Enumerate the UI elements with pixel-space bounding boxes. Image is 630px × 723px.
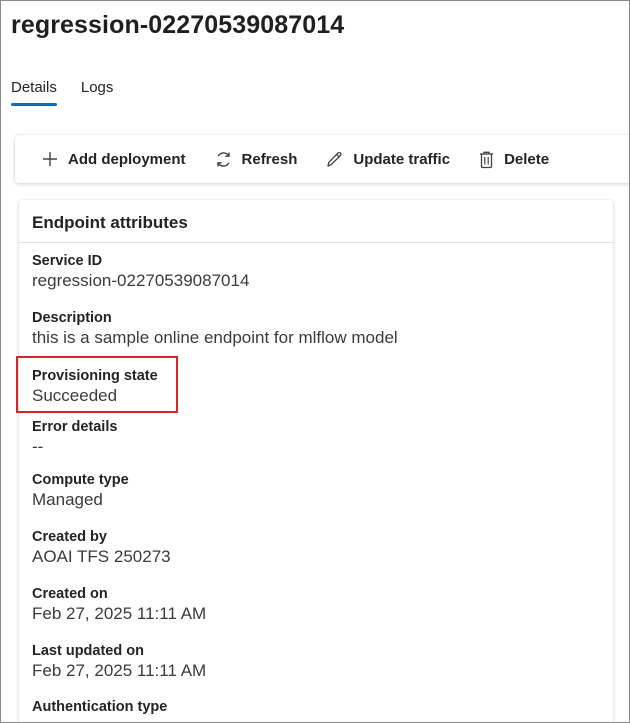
attribute-value: this is a sample online endpoint for mlf… xyxy=(32,328,398,347)
pencil-icon xyxy=(325,150,344,169)
tab-logs[interactable]: Logs xyxy=(81,79,114,104)
highlight-box xyxy=(16,356,178,413)
update-traffic-button[interactable]: Update traffic xyxy=(325,150,450,169)
attribute-service-id: Service ID regression-02270539087014 xyxy=(32,252,249,292)
attribute-description: Description this is a sample online endp… xyxy=(32,309,398,349)
attribute-compute-type: Compute type Managed xyxy=(32,471,129,511)
attribute-label: Service ID xyxy=(32,253,103,269)
card-title: Endpoint attributes xyxy=(19,200,613,243)
attribute-error-details: Error details -- xyxy=(32,418,117,458)
attribute-value: AOAI TFS 250273 xyxy=(32,547,171,566)
attribute-label: Created by xyxy=(32,529,107,545)
attribute-value: Feb 27, 2025 11:11 AM xyxy=(32,661,207,680)
add-deployment-button[interactable]: Add deployment xyxy=(41,150,186,168)
attribute-value: -- xyxy=(32,437,44,456)
tab-bar: Details Logs xyxy=(11,79,114,106)
attribute-label: Error details xyxy=(32,419,118,435)
tab-details[interactable]: Details xyxy=(11,79,57,106)
attribute-value: Managed xyxy=(32,490,103,509)
attribute-label: Last updated on xyxy=(32,643,144,659)
plus-icon xyxy=(41,150,59,168)
trash-icon xyxy=(478,150,495,169)
refresh-label: Refresh xyxy=(241,150,298,168)
add-deployment-label: Add deployment xyxy=(68,150,186,168)
delete-button[interactable]: Delete xyxy=(478,150,549,169)
update-traffic-label: Update traffic xyxy=(353,150,451,168)
attribute-label: Created on xyxy=(32,586,108,602)
attribute-last-updated-on: Last updated on Feb 27, 2025 11:11 AM xyxy=(32,642,206,682)
attribute-label: Compute type xyxy=(32,472,129,488)
attribute-created-by: Created by AOAI TFS 250273 xyxy=(32,528,171,568)
attribute-value: Feb 27, 2025 11:11 AM xyxy=(32,604,207,623)
attribute-created-on: Created on Feb 27, 2025 11:11 AM xyxy=(32,585,206,625)
attribute-label: Description xyxy=(32,310,112,326)
page-title: regression-02270539087014 xyxy=(11,11,345,39)
endpoint-attributes-card: Endpoint attributes Service ID regressio… xyxy=(19,200,613,722)
attribute-authentication-type: Authentication type xyxy=(32,698,167,716)
refresh-icon xyxy=(214,150,233,169)
app-window: regression-02270539087014 Details Logs A… xyxy=(0,0,630,723)
attribute-value: regression-02270539087014 xyxy=(32,271,250,290)
delete-label: Delete xyxy=(504,150,550,168)
toolbar: Add deployment Refresh Update traffic De… xyxy=(15,135,629,183)
attribute-label: Authentication type xyxy=(32,699,168,715)
refresh-button[interactable]: Refresh xyxy=(214,150,298,169)
